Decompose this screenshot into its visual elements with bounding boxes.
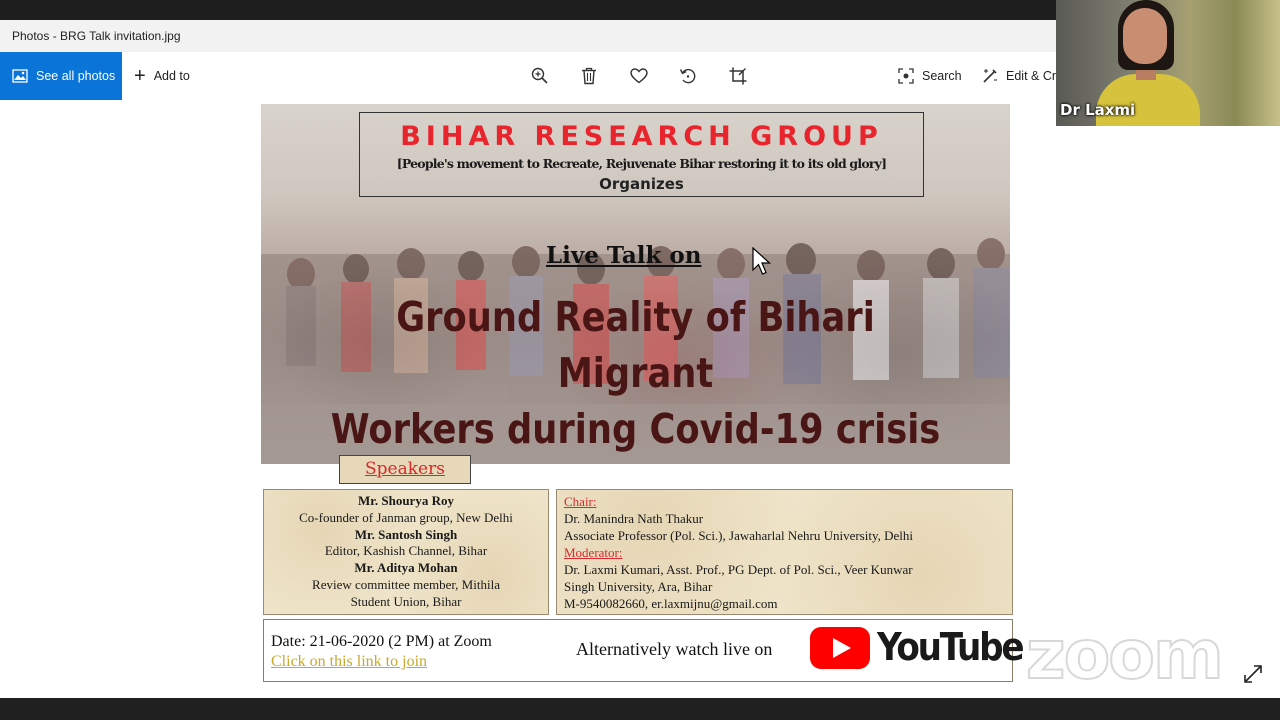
invitation-image: BIHAR RESEARCH GROUP [People's movement … [261,104,1025,684]
chair-label: Chair: [564,494,597,509]
speaker-3-role: Review committee member, Mithila [312,576,500,592]
see-all-photos-label: See all photos [36,69,116,83]
speaker-2-name: Mr. Santosh Singh [354,526,458,542]
search-button[interactable]: Search [898,52,962,100]
migrant-crowd-photo: BIHAR RESEARCH GROUP [People's movement … [261,104,1010,464]
event-details-panel: Date: 21-06-2020 (2 PM) at Zoom Click on… [263,619,1025,682]
speakers-panel: Mr. Shourya Roy Co-founder of Janman gro… [263,489,549,615]
moderator-label: Moderator: [564,545,623,560]
speaker-3-role-cont: Student Union, Bihar [350,593,462,609]
alternative-watch-text: Alternatively watch live on [576,639,773,659]
talk-headline: Ground Reality of Bihari Migrant Workers… [313,289,957,457]
delete-icon[interactable] [579,66,599,86]
event-date: Date: 21-06-2020 (2 PM) at Zoom [271,633,492,650]
rotate-icon[interactable] [678,66,698,86]
youtube-play-icon [810,627,870,669]
speaker-2-role: Editor, Kashish Channel, Bihar [324,543,488,559]
participant-video-tile[interactable]: Dr Laxmi [1056,0,1280,126]
join-link[interactable]: Click on this link to join [271,653,427,671]
speaker-1-role: Co-founder of Janman group, New Delhi [299,509,513,525]
add-to-button[interactable]: + Add to [134,52,190,100]
live-talk-heading: Live Talk on [546,242,702,269]
mouse-cursor-icon [752,247,772,275]
fullscreen-expand-icon[interactable] [1242,663,1264,685]
chair-role: Associate Professor (Pol. Sci.), Jawahar… [564,528,913,543]
zoom-icon[interactable] [530,66,550,86]
bottom-black-bar [0,698,1280,720]
search-icon [898,68,914,84]
edit-create-button[interactable]: Edit & Cre [982,52,1063,100]
headline-line-2: Workers during Covid-19 crisis [330,405,941,453]
moderator-contact: M-9540082660, er.laxmijnu@gmail.com [564,596,778,611]
plus-icon: + [134,65,146,87]
participant-face [1123,8,1167,64]
chair-moderator-panel: Chair: Dr. Manindra Nath Thakur Associat… [556,489,1013,615]
add-to-label: Add to [153,69,190,83]
search-label: Search [922,69,962,83]
organization-title: BIHAR RESEARCH GROUP [400,121,883,152]
moderator-line-2: Singh University, Ara, Bihar [564,579,713,594]
see-all-photos-button[interactable]: See all photos [0,52,122,100]
participant-name: Dr Laxmi [1060,101,1136,119]
headline-line-1: Ground Reality of Bihari Migrant [396,293,875,397]
speaker-3-name: Mr. Aditya Mohan [354,560,458,576]
youtube-wordmark: YouTube [877,625,1025,669]
organizer-banner: BIHAR RESEARCH GROUP [People's movement … [359,112,924,197]
window-title: Photos - BRG Talk invitation.jpg [12,29,181,43]
chair-name: Dr. Manindra Nath Thakur [564,511,704,526]
edit-icon [983,69,997,83]
speakers-heading: Speakers [339,455,471,484]
crop-icon[interactable] [728,66,748,86]
favorite-icon[interactable] [629,66,649,86]
organizes-label: Organizes [599,175,684,193]
photos-icon [12,69,28,83]
edit-create-label: Edit & Cre [1006,69,1063,83]
zoom-watermark: zoom [1025,616,1225,695]
moderator-line-1: Dr. Laxmi Kumari, Asst. Prof., PG Dept. … [564,562,913,577]
organization-tagline: [People's movement to Recreate, Rejuvena… [396,156,887,171]
speaker-1-name: Mr. Shourya Roy [358,493,454,508]
